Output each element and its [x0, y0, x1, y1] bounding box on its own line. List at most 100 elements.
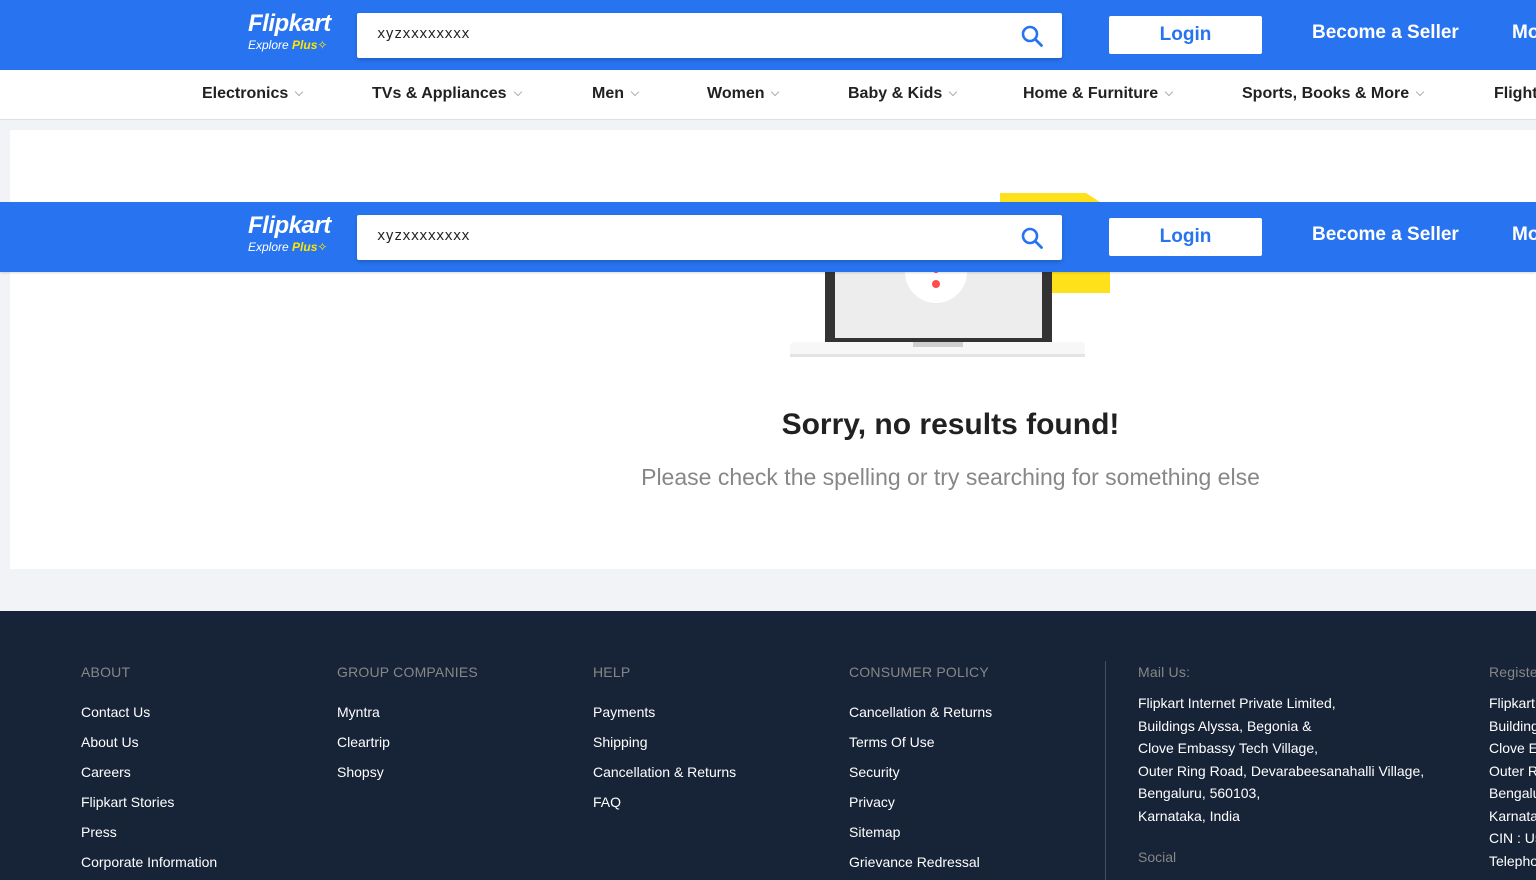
footer-consumer-policy: CONSUMER POLICY Cancellation & Returns T… — [849, 664, 992, 877]
logo-brand: Flipkart — [248, 212, 331, 239]
footer-divider — [1105, 661, 1106, 880]
footer: ABOUT Contact Us About Us Careers Flipka… — [0, 611, 1536, 880]
footer-link[interactable]: Terms Of Use — [849, 727, 992, 757]
category-electronics[interactable]: Electronics — [202, 85, 304, 103]
footer-registered-office: Registered Office Address: Flipkart Inte… — [1489, 664, 1536, 872]
no-results-title-text: Sorry, no results found! — [781, 408, 1120, 441]
footer-link[interactable]: Privacy — [849, 787, 992, 817]
logo-sub-plus: Plus — [292, 240, 318, 254]
search-input[interactable] — [377, 228, 997, 244]
address-line: Outer Ring Road, Devarabeesanahalli Vill… — [1138, 762, 1425, 779]
sticky-header: Flipkart Explore Plus✧ Login Become a Se… — [0, 202, 1536, 272]
footer-link[interactable]: Cancellation & Returns — [593, 757, 736, 787]
address-line: Clove Embassy Tech Village, — [1138, 740, 1319, 756]
address-line: Buildings Alyssa, Begonia & — [1489, 717, 1536, 734]
category-label: Men — [592, 85, 624, 102]
search-icon[interactable] — [1020, 24, 1044, 48]
plus-star-icon: ✧ — [317, 240, 328, 254]
footer-about: ABOUT Contact Us About Us Careers Flipka… — [81, 664, 217, 877]
footer-link[interactable]: Myntra — [337, 697, 478, 727]
logo-sub-prefix: Explore — [248, 240, 293, 254]
plus-star-icon: ✧ — [317, 38, 328, 52]
flipkart-logo[interactable]: Flipkart Explore Plus✧ — [248, 212, 331, 254]
footer-link[interactable]: Contact Us — [81, 697, 217, 727]
footer-link[interactable]: Shopsy — [337, 757, 478, 787]
no-results-title: Sorry, no results found! — [0, 408, 1536, 442]
footer-link[interactable]: Cleartrip — [337, 727, 478, 757]
top-header: Flipkart Explore Plus✧ Login Become a Se… — [0, 0, 1536, 70]
no-results-subtitle: Please check the spelling or try searchi… — [641, 464, 1260, 490]
footer-help: HELP Payments Shipping Cancellation & Re… — [593, 664, 736, 817]
address-line: Outer Ring Road, Devarabeesanahalli Vill… — [1489, 762, 1536, 779]
no-results-card — [10, 130, 1536, 569]
address-line: Bengaluru, 560103, — [1489, 785, 1536, 801]
become-seller-link[interactable]: Become a Seller — [1312, 22, 1459, 44]
more-menu[interactable]: More — [1512, 224, 1536, 246]
address-line: Karnataka, India — [1138, 807, 1240, 824]
address-line: Clove Embassy Tech Village, — [1489, 740, 1536, 756]
category-label: TVs & Appliances — [372, 85, 507, 102]
address-line: Buildings Alyssa, Begonia & — [1138, 717, 1312, 734]
flipkart-logo[interactable]: Flipkart Explore Plus✧ — [248, 10, 331, 52]
footer-mail-us: Mail Us: Flipkart Internet Private Limit… — [1138, 664, 1424, 827]
footer-link[interactable]: Flipkart Stories — [81, 787, 217, 817]
category-label: Home & Furniture — [1023, 85, 1159, 102]
footer-heading: Mail Us: — [1138, 664, 1191, 680]
search-box — [357, 13, 1062, 58]
category-label: Baby & Kids — [848, 85, 943, 102]
search-icon[interactable] — [1020, 226, 1044, 250]
address-line: Telephone: 044-45614700 — [1489, 852, 1536, 869]
footer-link[interactable]: Grievance Redressal — [849, 847, 992, 877]
footer-heading: CONSUMER POLICY — [849, 664, 989, 680]
chevron-down-icon — [630, 87, 640, 97]
chevron-down-icon — [1415, 87, 1425, 97]
footer-heading: GROUP COMPANIES — [337, 664, 478, 680]
category-men[interactable]: Men — [592, 85, 640, 103]
category-label: Women — [707, 85, 765, 102]
category-sports-books-more[interactable]: Sports, Books & More — [1242, 85, 1425, 103]
footer-link[interactable]: Press — [81, 817, 217, 847]
footer-heading: ABOUT — [81, 664, 131, 680]
footer-social-heading: Social — [1138, 849, 1177, 865]
logo-brand: Flipkart — [248, 10, 331, 37]
address-line: Bengaluru, 560103, — [1138, 785, 1261, 801]
footer-link[interactable]: Cancellation & Returns — [849, 697, 992, 727]
address-line: Karnataka, India — [1489, 807, 1536, 824]
become-seller-link[interactable]: Become a Seller — [1312, 224, 1459, 246]
chevron-down-icon — [513, 87, 522, 97]
chevron-down-icon — [1164, 87, 1174, 97]
logo-sub-plus: Plus — [292, 38, 318, 52]
category-flights[interactable]: Flights — [1494, 85, 1536, 103]
more-menu[interactable]: More — [1512, 22, 1536, 44]
footer-heading: Registered Office Address: — [1489, 664, 1536, 680]
category-label: Electronics — [202, 85, 289, 102]
footer-link[interactable]: About Us — [81, 727, 217, 757]
address-line: CIN : U51109KA2012PTC066107 — [1489, 830, 1536, 846]
address-line: Flipkart Internet Private Limited, — [1138, 695, 1336, 711]
category-tvs-appliances[interactable]: TVs & Appliances — [372, 85, 522, 103]
login-button[interactable]: Login — [1109, 16, 1262, 54]
footer-link[interactable]: Corporate Information — [81, 847, 217, 877]
category-women[interactable]: Women — [707, 85, 780, 103]
chevron-down-icon — [771, 87, 780, 97]
chevron-down-icon — [949, 87, 958, 97]
category-label: Sports, Books & More — [1242, 85, 1410, 102]
login-button[interactable]: Login — [1109, 218, 1262, 256]
category-home-furniture[interactable]: Home & Furniture — [1023, 85, 1174, 103]
footer-group-companies: GROUP COMPANIES Myntra Cleartrip Shopsy — [337, 664, 478, 787]
logo-sub-prefix: Explore — [248, 38, 293, 52]
logo-subtitle: Explore Plus✧ — [248, 38, 331, 52]
footer-link[interactable]: Security — [849, 757, 992, 787]
search-input[interactable] — [377, 26, 997, 42]
category-baby-kids[interactable]: Baby & Kids — [848, 85, 958, 103]
footer-link[interactable]: Payments — [593, 697, 736, 727]
category-bar: Electronics TVs & Appliances Men Women B… — [0, 70, 1536, 120]
footer-link[interactable]: Sitemap — [849, 817, 992, 847]
search-box — [357, 215, 1062, 260]
category-label: Flights — [1494, 85, 1536, 102]
chevron-down-icon — [295, 87, 304, 97]
footer-link[interactable]: Careers — [81, 757, 217, 787]
address-line: Flipkart Internet Private Limited, — [1489, 695, 1536, 711]
footer-link[interactable]: Shipping — [593, 727, 736, 757]
footer-link[interactable]: FAQ — [593, 787, 736, 817]
